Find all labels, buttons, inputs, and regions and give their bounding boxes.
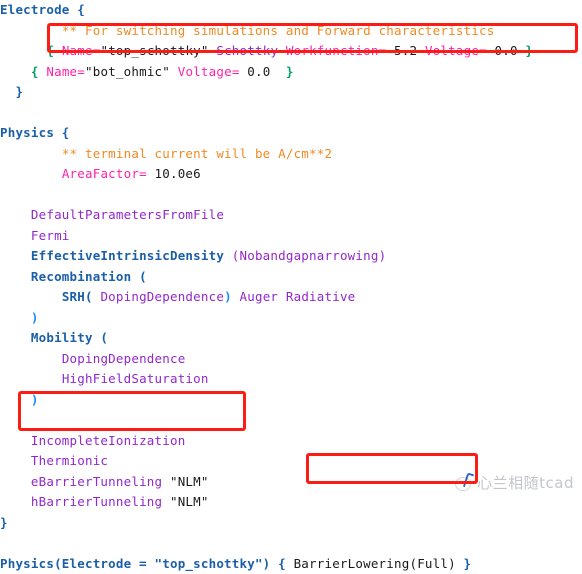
code-token: } (15, 84, 23, 99)
code-token: DefaultParametersFromFile (31, 207, 224, 222)
code-line[interactable]: AreaFactor= 10.0e6 (0, 164, 582, 185)
code-line[interactable]: Fermi (0, 226, 582, 247)
code-token (54, 43, 62, 58)
code-token: { (46, 43, 54, 58)
code-token: "top_schottky" (100, 43, 216, 58)
code-indent (0, 310, 31, 325)
code-indent (0, 23, 62, 38)
code-token: AreaFactor= (62, 166, 147, 181)
code-line[interactable]: DefaultParametersFromFile (0, 205, 582, 226)
code-line[interactable]: Thermionic (0, 451, 582, 472)
code-line[interactable] (0, 533, 582, 554)
code-indent (0, 207, 31, 222)
code-token: { (31, 64, 39, 79)
code-line[interactable]: ** For switching simulations and Forward… (0, 21, 582, 42)
code-token: Physics(Electrode = "top_schottky") { (0, 556, 294, 571)
code-token: 5.2 (386, 43, 425, 58)
code-indent (0, 146, 62, 161)
code-line[interactable]: hBarrierTunneling "NLM" (0, 492, 582, 513)
code-indent (0, 371, 62, 386)
code-token: ) (31, 310, 39, 325)
code-line[interactable]: SRH( DopingDependence) Auger Radiative (0, 287, 582, 308)
code-line[interactable] (0, 185, 582, 206)
code-line[interactable]: Recombination ( (0, 267, 582, 288)
code-token: (Nobandgapnarrowing) (232, 248, 387, 263)
code-line[interactable]: DopingDependence (0, 349, 582, 370)
code-line[interactable]: EffectiveIntrinsicDensity (Nobandgapnarr… (0, 246, 582, 267)
code-indent (0, 474, 31, 489)
code-indent (0, 453, 31, 468)
code-token: "NLM" (170, 474, 209, 489)
code-indent (0, 248, 31, 263)
code-token: Workfunction= (286, 43, 386, 58)
code-token: Electrode { (0, 2, 85, 17)
watermark: 心兰相随tcad (453, 472, 574, 493)
code-token: Name= (46, 64, 85, 79)
code-indent (0, 289, 62, 304)
code-token: Name= (62, 43, 101, 58)
code-token: eBarrierTunneling (31, 474, 170, 489)
code-line[interactable]: Physics(Electrode = "top_schottky") { Ba… (0, 554, 582, 574)
code-token: } (456, 556, 471, 571)
code-indent (0, 166, 62, 181)
code-token: hBarrierTunneling (31, 494, 170, 509)
code-token: ) (224, 289, 232, 304)
code-line[interactable] (0, 103, 582, 124)
code-token: BarrierLowering(Full) (294, 556, 456, 571)
code-token: HighFieldSaturation (62, 371, 209, 386)
code-line[interactable]: HighFieldSaturation (0, 369, 582, 390)
code-line[interactable]: Physics { (0, 123, 582, 144)
code-indent (0, 330, 31, 345)
code-line[interactable]: ) (0, 308, 582, 329)
code-token: IncompleteIonization (31, 433, 186, 448)
code-indent (0, 64, 31, 79)
code-indent (0, 269, 31, 284)
code-token: 0.0 (240, 64, 286, 79)
code-line[interactable]: { Name="bot_ohmic" Voltage= 0.0 } (0, 62, 582, 83)
code-token: Thermionic (31, 453, 108, 468)
code-token: } (286, 64, 294, 79)
code-token: Voltage= (425, 43, 487, 58)
code-line[interactable]: ** terminal current will be A/cm**2 (0, 144, 582, 165)
code-token: 10.0e6 (147, 166, 201, 181)
code-line[interactable]: IncompleteIonization (0, 431, 582, 452)
code-indent (0, 433, 31, 448)
code-token: } (0, 515, 8, 530)
code-line[interactable]: Electrode { (0, 0, 582, 21)
watermark-text: 心兰相随tcad (477, 472, 574, 493)
code-indent (0, 392, 31, 407)
code-line[interactable]: } (0, 513, 582, 534)
code-line[interactable]: ) (0, 390, 582, 411)
code-token: Mobility ( (31, 330, 108, 345)
code-token: ** terminal current will be A/cm**2 (62, 146, 332, 161)
code-indent (0, 351, 62, 366)
code-token: Auger Radiative (232, 289, 356, 304)
code-indent (0, 494, 31, 509)
code-token: DopingDependence (62, 351, 186, 366)
code-line[interactable]: { Name="top_schottky" Schottky Workfunct… (0, 41, 582, 62)
code-line[interactable] (0, 410, 582, 431)
code-token: 0.0 (487, 43, 526, 58)
code-indent (0, 43, 46, 58)
code-indent (0, 84, 15, 99)
code-token: Schottky (216, 43, 286, 58)
code-token: SRH( (62, 289, 93, 304)
code-token: Fermi (31, 228, 70, 243)
code-token: ) (31, 392, 39, 407)
code-indent (0, 228, 31, 243)
code-token: Physics { (0, 125, 70, 140)
code-editor-canvas[interactable]: Electrode { ** For switching simulations… (0, 0, 582, 501)
code-token: EffectiveIntrinsicDensity (31, 248, 232, 263)
code-token: Recombination ( (31, 269, 147, 284)
watermark-logo-icon (453, 473, 475, 493)
code-token: ** For switching simulations and Forward… (62, 23, 495, 38)
code-token: "bot_ohmic" (85, 64, 178, 79)
code-line[interactable]: } (0, 82, 582, 103)
code-token: } (525, 43, 533, 58)
code-token: "NLM" (170, 494, 209, 509)
code-token: Voltage= (178, 64, 240, 79)
code-line[interactable]: Mobility ( (0, 328, 582, 349)
code-token: DopingDependence (93, 289, 224, 304)
